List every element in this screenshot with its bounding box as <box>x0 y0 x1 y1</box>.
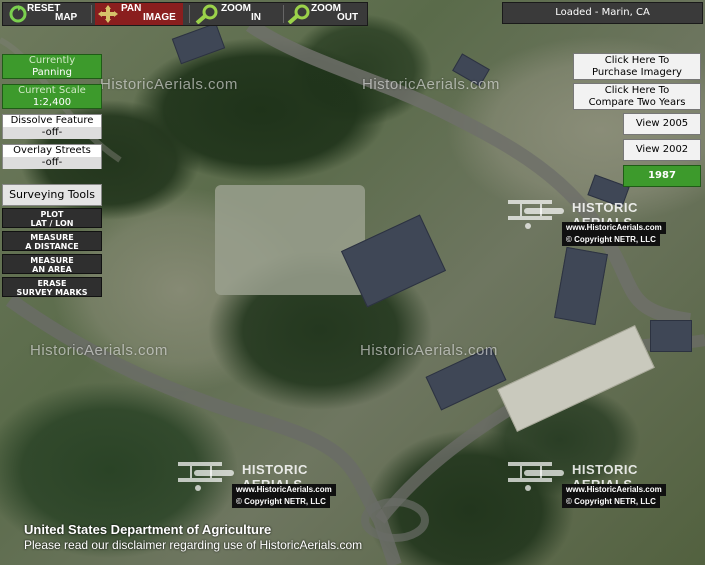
tool-line2: AN AREA <box>32 265 72 274</box>
watermark-logo-url: www.HistoricAerials.com <box>562 484 666 496</box>
pan-line2: IMAGE <box>143 12 176 23</box>
current-scale-label: Current Scale <box>18 85 86 96</box>
dissolve-feature-toggle[interactable]: Dissolve Feature -off- <box>2 114 102 139</box>
measure-distance-button[interactable]: MEASURE A DISTANCE <box>2 231 102 251</box>
toolbar-divider <box>91 5 92 23</box>
compare-line2: Compare Two Years <box>588 97 686 108</box>
compare-years-button[interactable]: Click Here To Compare Two Years <box>573 83 701 110</box>
view-2002-button[interactable]: View 2002 <box>623 139 701 161</box>
reset-line2: MAP <box>55 12 78 23</box>
building-roof <box>650 320 692 352</box>
reset-map-button[interactable]: RESET MAP <box>5 3 87 25</box>
usda-credit: United States Department of Agriculture <box>24 522 272 537</box>
current-scale-box: Current Scale 1:2,400 <box>2 84 102 109</box>
tool-line2: LAT / LON <box>30 219 74 228</box>
pan-arrows-icon <box>98 5 118 23</box>
erase-survey-marks-button[interactable]: ERASE SURVEY MARKS <box>2 277 102 297</box>
zoom-in-magnifier-icon <box>195 4 218 24</box>
zoom-in-line2: IN <box>251 12 261 23</box>
watermark-logo-copyright: © Copyright NETR, LLC <box>562 234 660 246</box>
watermark-logo-url: www.HistoricAerials.com <box>562 222 666 234</box>
current-mode-value: Panning <box>32 67 72 78</box>
reset-icon <box>9 5 27 23</box>
zoom-out-magnifier-icon <box>287 4 310 24</box>
current-mode-box: Currently Panning <box>2 54 102 79</box>
tool-line2: SURVEY MARKS <box>16 288 88 297</box>
view-1987-button[interactable]: 1987 <box>623 165 701 187</box>
toolbar-divider <box>189 5 190 23</box>
tool-line1: MEASURE <box>30 233 74 242</box>
pan-image-button[interactable]: PAN IMAGE <box>95 3 183 25</box>
watermark-logo: HISTORIC AERIALS www.HistoricAerials.com… <box>498 194 678 254</box>
dissolve-feature-label: Dissolve Feature <box>10 115 94 126</box>
tool-line2: A DISTANCE <box>25 242 79 251</box>
purchase-imagery-button[interactable]: Click Here To Purchase Imagery <box>573 53 701 80</box>
parking-lot <box>215 185 365 295</box>
zoom-out-line2: OUT <box>337 12 359 23</box>
biplane-icon <box>508 462 564 491</box>
watermark-logo-url: www.HistoricAerials.com <box>232 484 336 496</box>
watermark-logo-copyright: © Copyright NETR, LLC <box>232 496 330 508</box>
tool-line1: PLOT <box>40 210 64 219</box>
surveying-tools-title: Surveying Tools <box>2 184 102 206</box>
zoom-in-line1: ZOOM <box>221 3 251 14</box>
watermark-text: HistoricAerials.com <box>30 342 168 359</box>
dissolve-feature-value: -off- <box>3 127 101 139</box>
watermark-logo: HISTORIC AERIALS www.HistoricAerials.com… <box>498 456 678 516</box>
tool-line1: ERASE <box>37 279 67 288</box>
biplane-icon <box>508 200 564 229</box>
compare-line1: Click Here To <box>604 85 670 96</box>
watermark-text: HistoricAerials.com <box>362 76 500 93</box>
watermark-text: HistoricAerials.com <box>360 342 498 359</box>
map-toolbar: RESET MAP PAN IMAGE ZOOM IN ZOOM OUT <box>2 2 368 26</box>
pan-line1: PAN <box>121 3 142 14</box>
view-2005-button[interactable]: View 2005 <box>623 113 701 135</box>
status-bar: Loaded - Marin, CA <box>502 2 703 24</box>
biplane-icon <box>178 462 234 491</box>
watermark-logo-copyright: © Copyright NETR, LLC <box>562 496 660 508</box>
current-scale-value: 1:2,400 <box>32 97 72 108</box>
purchase-line1: Click Here To <box>604 55 670 66</box>
zoom-in-button[interactable]: ZOOM IN <box>193 3 279 25</box>
overlay-streets-toggle[interactable]: Overlay Streets -off- <box>2 144 102 169</box>
overlay-streets-value: -off- <box>3 157 101 169</box>
purchase-line2: Purchase Imagery <box>592 67 682 78</box>
toolbar-divider <box>283 5 284 23</box>
zoom-out-button[interactable]: ZOOM OUT <box>287 3 365 25</box>
watermark-text: HistoricAerials.com <box>100 76 238 93</box>
current-mode-label: Currently <box>28 55 76 66</box>
watermark-logo: HISTORIC AERIALS www.HistoricAerials.com… <box>168 456 348 516</box>
plot-lat-lon-button[interactable]: PLOT LAT / LON <box>2 208 102 228</box>
overlay-streets-label: Overlay Streets <box>13 145 91 156</box>
disclaimer-link[interactable]: Please read our disclaimer regarding use… <box>24 538 362 552</box>
tool-line1: MEASURE <box>30 256 74 265</box>
measure-area-button[interactable]: MEASURE AN AREA <box>2 254 102 274</box>
